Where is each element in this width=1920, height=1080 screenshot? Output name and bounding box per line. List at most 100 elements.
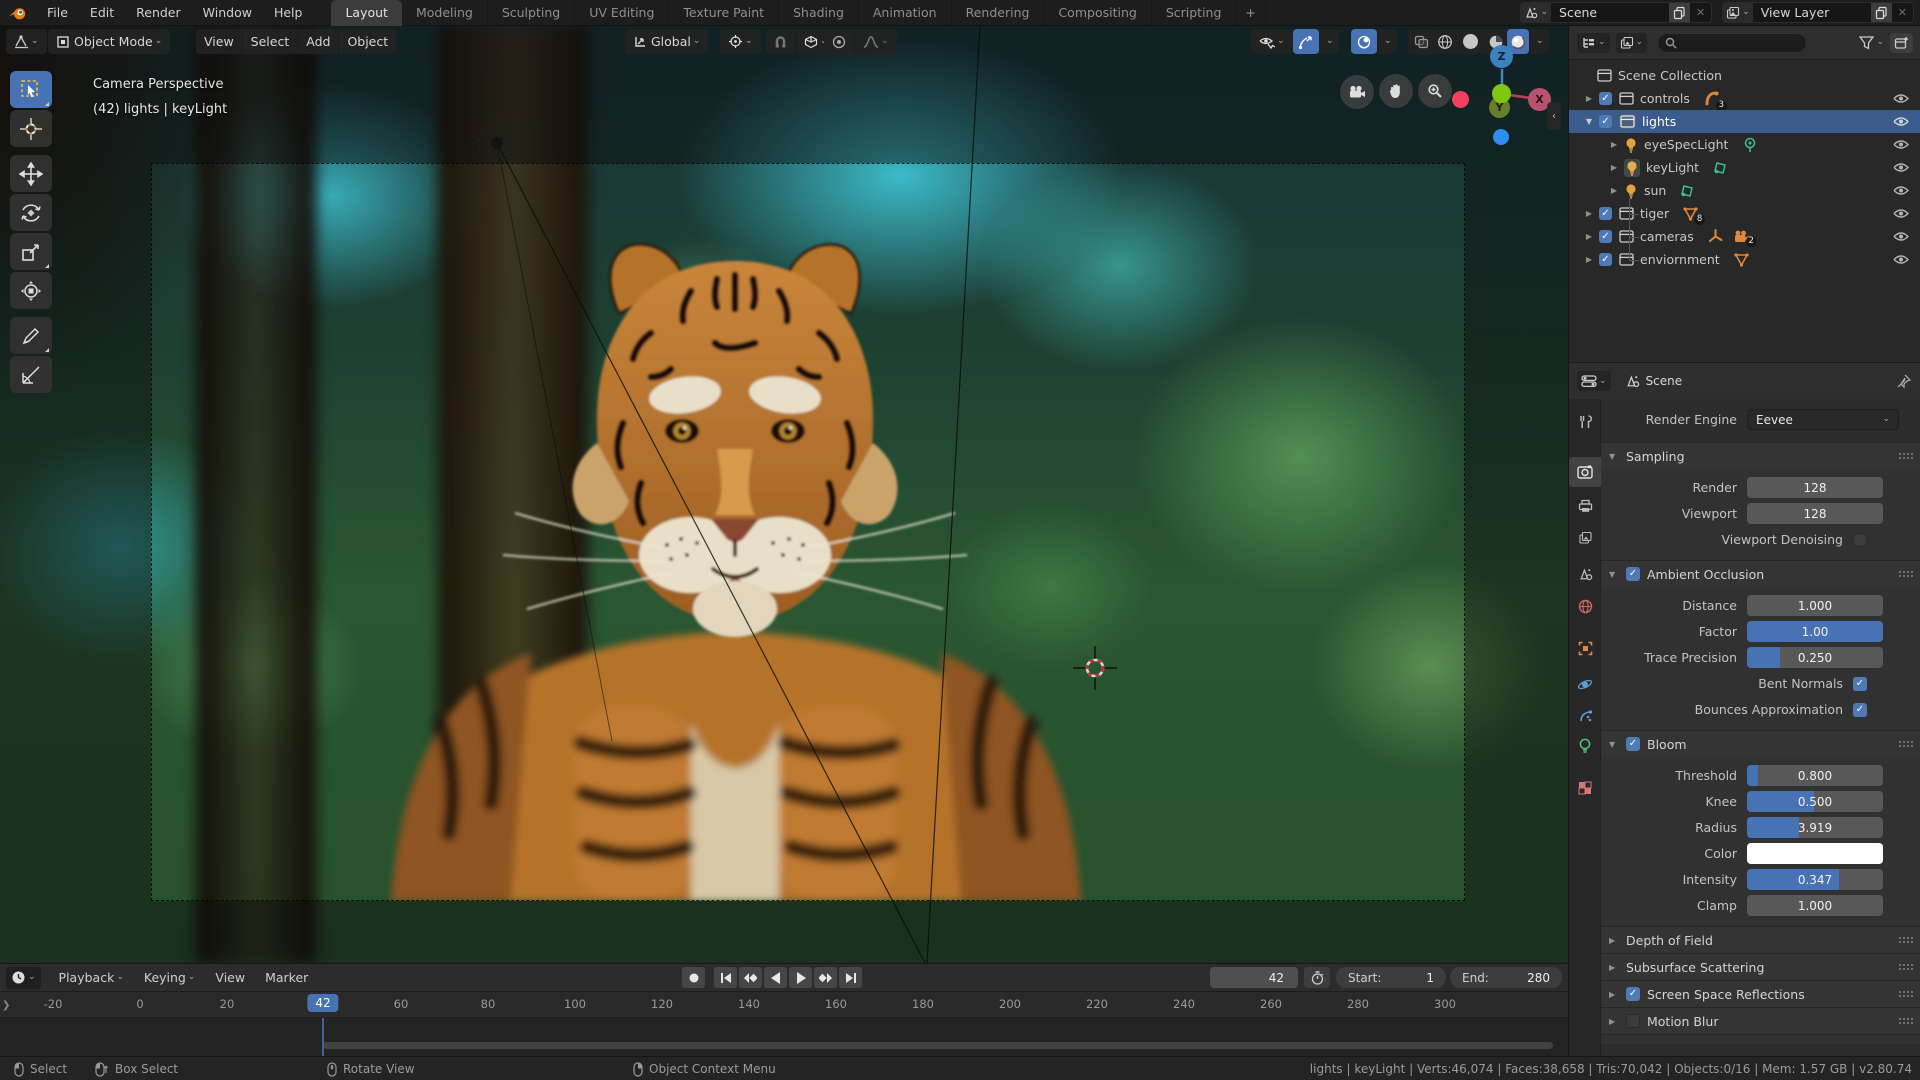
outliner-editor-type-button[interactable]: ⌄ [1577,32,1610,53]
tab-physics[interactable] [1569,669,1601,699]
menu-window[interactable]: Window [192,0,263,26]
outliner-row-lights[interactable]: ▼ ✓ lights [1569,110,1920,133]
frame-start-field[interactable]: Start: 1 [1336,967,1446,988]
sidebar-toggle[interactable]: ‹ [1547,102,1561,130]
axis-z-neg[interactable] [1493,129,1509,145]
drag-grip-icon[interactable] [1898,452,1913,460]
outliner-filter-button[interactable]: ⌄ [1859,35,1884,50]
timeline-region-toggle[interactable]: ❯ [2,1000,10,1011]
tab-rendering[interactable]: Rendering [952,0,1045,26]
proportional-edit-icon[interactable] [824,29,854,54]
viewport-denoising-checkbox[interactable] [1853,532,1867,547]
tool-move[interactable] [10,155,52,192]
tool-select-box[interactable] [10,71,52,108]
menu-help[interactable]: Help [263,0,314,26]
outliner-row-controls[interactable]: ▶ ✓ controls 3 [1569,87,1920,111]
collection-checkbox[interactable]: ✓ [1599,207,1612,220]
view-layer-new-button[interactable] [1870,3,1892,22]
view-menu-timeline[interactable]: View [205,970,255,985]
axis-z[interactable]: Z [1490,45,1513,68]
drag-grip-icon[interactable] [1898,936,1913,944]
tab-render[interactable] [1569,457,1601,487]
panel-sampling-header[interactable]: ▼ Sampling [1601,443,1920,469]
panel-sss-header[interactable]: ▶ Subsurface Scattering [1601,954,1920,980]
tab-sculpting[interactable]: Sculpting [488,0,576,26]
play-reverse-button[interactable] [764,967,787,988]
expand-icon[interactable]: ▶ [1581,209,1597,218]
scene-new-button[interactable] [1669,3,1691,22]
view-layer-name-field[interactable]: View Layer [1753,5,1871,20]
add-menu[interactable]: Add [298,29,338,54]
camera-view-button[interactable] [1340,75,1374,109]
collection-checkbox[interactable]: ✓ [1599,253,1612,266]
tab-tool[interactable] [1569,407,1601,437]
bloom-knee-slider[interactable]: 0.500 [1747,791,1883,812]
ao-checkbox[interactable]: ✓ [1626,567,1640,581]
bloom-radius-slider[interactable]: 3.919 [1747,817,1883,838]
scene-unlink-button[interactable]: ✕ [1690,6,1711,19]
drag-grip-icon[interactable] [1898,570,1913,578]
overlays-toggle[interactable]: ⌄ [1351,29,1397,54]
bloom-threshold-slider[interactable]: 0.800 [1747,765,1883,786]
panel-motion-blur-header[interactable]: ▶ Motion Blur [1601,1008,1920,1034]
editor-type-button[interactable]: ⌄ [6,29,47,54]
select-menu[interactable]: Select [243,29,298,54]
panel-ssr-header[interactable]: ▶ ✓ Screen Space Reflections [1601,981,1920,1007]
panel-ao-header[interactable]: ▼ ✓ Ambient Occlusion [1601,561,1920,587]
pivot-point-button[interactable]: ⌄ [720,29,761,54]
expand-icon[interactable]: ▶ [1581,94,1597,103]
view-layer-remove-button[interactable]: ✕ [1892,6,1913,19]
tab-animation[interactable]: Animation [859,0,952,26]
transform-orientation[interactable]: Global ⌄ [625,29,709,54]
sampling-render-field[interactable]: 128 [1747,477,1883,498]
view-menu[interactable]: View [196,29,242,54]
bloom-intensity-slider[interactable]: 0.347 [1747,869,1883,890]
ssr-checkbox[interactable]: ✓ [1626,987,1640,1001]
tool-cursor[interactable] [10,110,52,147]
jump-to-start-button[interactable] [714,967,737,988]
pin-button[interactable] [1896,374,1911,389]
shading-wireframe-button[interactable] [1434,29,1456,54]
tool-measure[interactable] [10,356,52,393]
collapse-icon[interactable]: ▼ [1581,117,1597,126]
record-button[interactable] [682,967,705,988]
drag-grip-icon[interactable] [1898,740,1913,748]
bent-normals-checkbox[interactable]: ✓ [1853,676,1867,691]
scene-name-field[interactable]: Scene [1551,5,1669,20]
hide-eye-icon[interactable] [1893,93,1909,104]
tab-modeling[interactable]: Modeling [402,0,488,26]
new-collection-button[interactable] [1890,32,1913,53]
playhead[interactable]: 42 [307,994,339,1012]
scene-browse-button[interactable]: ⌄ [1521,3,1552,22]
hide-eye-icon[interactable] [1893,208,1909,219]
3d-viewport[interactable]: ⌄ Object Mode ⌄ View Select Add Object Gl… [0,26,1568,963]
collection-checkbox[interactable]: ✓ [1599,230,1612,243]
timeline-track-area[interactable] [0,1018,1568,1057]
ao-trace-slider[interactable]: 0.250 [1747,647,1883,668]
tool-annotate[interactable] [10,317,52,354]
ao-factor-slider[interactable]: 1.00 [1747,621,1883,642]
bounces-approx-checkbox[interactable]: ✓ [1853,702,1867,717]
keying-menu[interactable]: Keying ⌄ [134,970,206,985]
tab-texture[interactable] [1569,773,1601,803]
outliner-row-eyespeclight[interactable]: ▶ eyeSpecLight [1569,133,1920,156]
marker-menu[interactable]: Marker [255,970,318,985]
expand-icon[interactable]: ▶ [1581,232,1597,241]
outliner-search-input[interactable] [1657,32,1808,53]
timeline-editor-type-button[interactable]: ⌄ [6,966,41,989]
axis-x-neg[interactable] [1452,91,1469,108]
expand-icon[interactable]: ▶ [1606,186,1622,195]
next-keyframe-button[interactable] [814,967,837,988]
outliner-row-tiger[interactable]: ▶ ✓ tiger 8 [1569,202,1920,225]
tab-shading[interactable]: Shading [779,0,859,26]
outliner-row-sun[interactable]: ▶ sun [1569,179,1920,202]
mode-selector[interactable]: Object Mode ⌄ [48,29,171,54]
gizmos-toggle[interactable]: ⌄ [1293,29,1339,54]
properties-editor-type-button[interactable]: ⌄ [1577,371,1611,391]
outliner-display-mode-button[interactable]: ⌄ [1615,32,1648,53]
drag-grip-icon[interactable] [1898,963,1913,971]
tab-output[interactable] [1569,491,1601,521]
hide-eye-icon[interactable] [1893,162,1909,173]
expand-icon[interactable]: ▶ [1606,163,1622,172]
pan-view-button[interactable] [1378,74,1413,108]
